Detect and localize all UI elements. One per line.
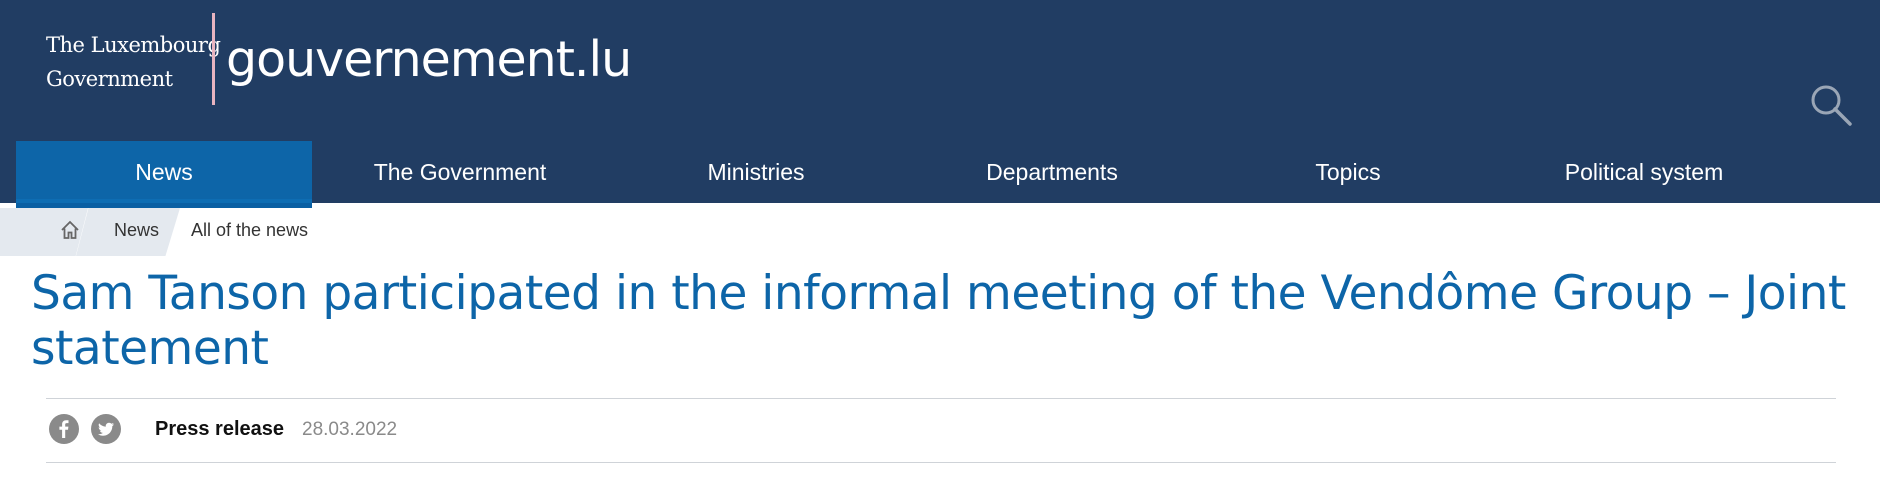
site-header: The Luxembourg Government gouvernement.l…: [0, 0, 1880, 208]
nav-item-label: Ministries: [707, 158, 805, 185]
twitter-icon: [98, 422, 114, 436]
search-icon: [1811, 85, 1852, 126]
breadcrumb-current: All of the news: [191, 220, 309, 240]
nav-item-departments[interactable]: Departments: [904, 141, 1200, 203]
nav-item-label: Political system: [1564, 158, 1724, 185]
nav-item-label: Topics: [1315, 158, 1381, 185]
article-meta: Press release 28.03.2022: [46, 398, 1836, 462]
government-line1: The Luxembourg: [46, 33, 221, 57]
government-line2: Government: [46, 67, 173, 91]
home-icon[interactable]: [60, 220, 80, 240]
twitter-share-button[interactable]: [91, 414, 121, 444]
facebook-share-button[interactable]: [49, 414, 79, 444]
breadcrumb-news-label[interactable]: News: [114, 220, 159, 241]
nav-item-political-system[interactable]: Political system: [1496, 141, 1792, 203]
page-title: Sam Tanson participated in the informal …: [31, 266, 1846, 376]
site-name[interactable]: gouvernement.lu: [226, 30, 632, 90]
facebook-icon: [59, 420, 69, 438]
divider-bottom: [46, 462, 1836, 463]
breadcrumb: News All of the news: [0, 208, 340, 256]
nav-item-topics[interactable]: Topics: [1200, 141, 1496, 203]
nav-item-label: The Government: [373, 158, 547, 185]
article-date: 28.03.2022: [302, 419, 398, 440]
nav-item-news[interactable]: News: [16, 141, 312, 208]
nav-item-the-government[interactable]: The Government: [312, 141, 608, 203]
nav-item-label: News: [135, 158, 193, 185]
brand-divider: [212, 13, 215, 105]
main-nav: News The Government Ministries Departmen…: [16, 141, 1864, 208]
nav-item-label: Departments: [986, 158, 1118, 185]
search-button[interactable]: [1808, 82, 1854, 128]
article-type: Press release: [155, 418, 285, 440]
nav-item-ministries[interactable]: Ministries: [608, 141, 904, 203]
government-logo[interactable]: The Luxembourg Government: [46, 28, 221, 96]
